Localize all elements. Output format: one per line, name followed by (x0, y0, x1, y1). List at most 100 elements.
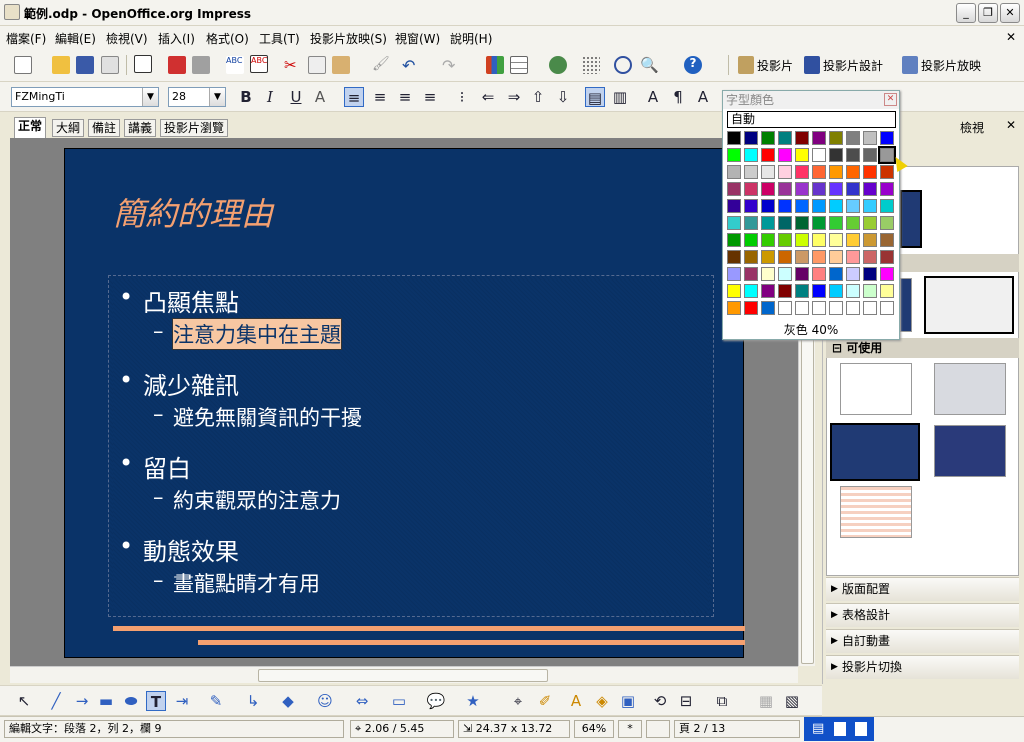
chevron-down-icon[interactable]: ▼ (142, 88, 158, 106)
bullet-main-1[interactable]: 凸顯焦點 (143, 283, 239, 318)
restore-button[interactable]: ❐ (978, 3, 998, 23)
points-icon[interactable]: ⌖ (508, 691, 528, 711)
menu-slideshow[interactable]: 投影片放映(S) (310, 30, 387, 47)
color-swatch[interactable] (727, 284, 741, 298)
color-swatch[interactable] (727, 165, 741, 179)
color-swatch[interactable] (863, 199, 877, 213)
color-swatch[interactable] (761, 199, 775, 213)
color-swatch[interactable] (829, 131, 843, 145)
text-direction-horizontal-icon[interactable]: ▤ (585, 87, 605, 107)
help-icon[interactable]: ? (684, 56, 702, 74)
gallery-icon[interactable]: ▣ (618, 691, 638, 711)
color-swatch[interactable] (863, 301, 877, 315)
chevron-down-icon[interactable]: ▼ (209, 88, 225, 106)
scroll-thumb[interactable] (258, 669, 548, 682)
master-thumbnail[interactable] (900, 278, 912, 332)
bullets-icon[interactable]: ⁝ (452, 87, 472, 107)
color-swatch[interactable] (812, 148, 826, 162)
color-swatch[interactable] (863, 233, 877, 247)
color-swatch[interactable] (761, 216, 775, 230)
slide-design-button[interactable]: 投影片設計 (823, 57, 883, 74)
color-swatch[interactable] (829, 301, 843, 315)
task-layouts[interactable]: ▶ 版面配置 (826, 577, 1019, 601)
arrange-icon[interactable]: ⧉ (712, 691, 732, 711)
color-swatch[interactable] (761, 284, 775, 298)
callouts-icon[interactable]: 💬 (426, 691, 446, 711)
color-swatch[interactable] (744, 165, 758, 179)
bullet-sub-2[interactable]: 避免無關資訊的干擾 (173, 402, 362, 432)
menu-format[interactable]: 格式(O) (206, 30, 249, 47)
minimize-button[interactable]: _ (956, 3, 976, 23)
fontwork-icon[interactable]: A (566, 691, 586, 711)
color-swatch[interactable] (846, 284, 860, 298)
flowchart-icon[interactable]: ▭ (389, 691, 409, 711)
new-document-icon[interactable] (14, 56, 32, 74)
block-arrows-icon[interactable]: ⇔ (352, 691, 372, 711)
bullet-sub-3[interactable]: 約束觀眾的注意力 (173, 485, 341, 515)
symbol-shapes-icon[interactable]: ☺ (315, 691, 335, 711)
color-swatch[interactable] (744, 267, 758, 281)
chart-icon[interactable] (486, 56, 504, 74)
save-icon[interactable] (76, 56, 94, 74)
move-down-icon[interactable]: ⇩ (553, 87, 573, 107)
color-swatch[interactable] (812, 182, 826, 196)
bullet-main-2[interactable]: 減少雜訊 (143, 366, 239, 401)
color-swatch[interactable] (846, 267, 860, 281)
color-swatch[interactable] (880, 199, 894, 213)
popup-close-icon[interactable]: ✕ (884, 93, 897, 106)
color-swatch[interactable] (761, 250, 775, 264)
character-icon[interactable]: A (643, 87, 663, 107)
color-swatch[interactable] (795, 301, 809, 315)
color-swatch[interactable] (795, 233, 809, 247)
rotate-icon[interactable]: ⟲ (650, 691, 670, 711)
menu-window[interactable]: 視窗(W) (395, 30, 440, 47)
stars-icon[interactable]: ★ (463, 691, 483, 711)
color-swatch[interactable] (778, 284, 792, 298)
ime-keyboard-icon[interactable] (854, 721, 867, 736)
color-swatch[interactable] (761, 131, 775, 145)
color-swatch[interactable] (846, 182, 860, 196)
color-swatch[interactable] (846, 131, 860, 145)
color-swatch[interactable] (846, 165, 860, 179)
color-swatch[interactable] (829, 267, 843, 281)
color-swatch[interactable] (795, 250, 809, 264)
tab-notes[interactable]: 備註 (88, 119, 121, 137)
color-swatch[interactable] (863, 165, 877, 179)
color-swatch[interactable] (846, 148, 860, 162)
line-icon[interactable]: ╱ (46, 691, 66, 711)
ime-mode-icon[interactable]: ▤ (812, 721, 824, 736)
justify-icon[interactable]: ≡ (420, 87, 440, 107)
color-swatch[interactable] (727, 182, 741, 196)
color-swatch[interactable] (778, 233, 792, 247)
color-swatch[interactable] (744, 284, 758, 298)
bullet-sub-1[interactable]: 注意力集中在主題 (172, 318, 342, 350)
menu-edit[interactable]: 編輯(E) (55, 30, 96, 47)
color-swatch[interactable] (863, 284, 877, 298)
fit-text-icon[interactable]: ⇥ (172, 691, 192, 711)
master-thumbnail[interactable] (840, 363, 912, 415)
color-swatch[interactable] (829, 165, 843, 179)
color-swatch[interactable] (761, 233, 775, 247)
slide-design-icon[interactable] (804, 56, 820, 74)
color-swatch[interactable] (863, 267, 877, 281)
color-swatch[interactable] (778, 267, 792, 281)
undo-icon[interactable]: ↶ (402, 56, 420, 75)
color-swatch[interactable] (880, 165, 894, 179)
shadow-icon[interactable]: A (310, 87, 330, 107)
color-swatch[interactable] (727, 250, 741, 264)
color-swatch[interactable] (778, 148, 792, 162)
master-thumbnail[interactable] (934, 363, 1006, 415)
menu-tools[interactable]: 工具(T) (259, 30, 300, 47)
slide-canvas[interactable]: 簡約的理由 • 凸顯焦點 – 注意力集中在主題 • 減少雜訊 – 避免無關資訊的… (64, 148, 745, 658)
menu-help[interactable]: 說明(H) (450, 30, 492, 47)
color-swatch[interactable] (846, 301, 860, 315)
task-pane-view-menu[interactable]: 檢視 (960, 119, 984, 136)
tab-slide-sorter[interactable]: 投影片瀏覽 (160, 119, 229, 137)
text-direction-vertical-icon[interactable]: ▥ (610, 87, 630, 107)
close-button[interactable]: ✕ (1000, 3, 1020, 23)
color-swatch[interactable] (829, 148, 843, 162)
alignment-icon[interactable]: ⊟ (676, 691, 696, 711)
automatic-color-option[interactable]: 自動 (727, 111, 896, 128)
edit-file-icon[interactable] (134, 55, 152, 73)
color-swatch[interactable] (812, 199, 826, 213)
